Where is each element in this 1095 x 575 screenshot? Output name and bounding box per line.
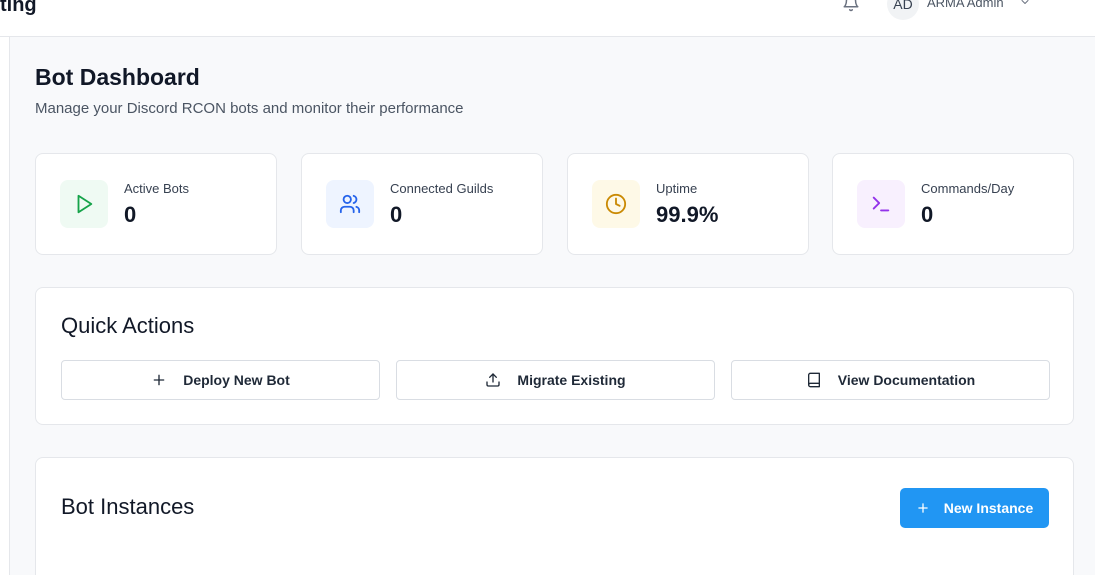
avatar[interactable]: AD: [887, 0, 919, 20]
view-documentation-button[interactable]: View Documentation: [731, 360, 1050, 400]
button-label: View Documentation: [837, 372, 976, 388]
button-label: Migrate Existing: [517, 372, 626, 388]
users-icon: [326, 180, 374, 228]
stat-label: Active Bots: [124, 181, 190, 196]
user-name[interactable]: ARMA Admin: [927, 0, 1004, 10]
upload-icon: [486, 373, 501, 387]
stat-card-active-bots: Active Bots 0: [35, 153, 277, 255]
stat-label: Commands/Day: [921, 181, 1015, 196]
bot-instances-card: Bot Instances New Instance: [35, 457, 1074, 575]
plus-icon: [918, 503, 928, 513]
stat-value: 0: [124, 202, 137, 227]
new-instance-button[interactable]: New Instance: [900, 488, 1049, 528]
bell-icon[interactable]: [842, 0, 860, 12]
stat-label: Connected Guilds: [390, 181, 494, 196]
page-title: Bot Dashboard: [35, 64, 200, 90]
stat-value: 0: [921, 202, 934, 227]
terminal-icon: [857, 180, 905, 228]
deploy-new-bot-button[interactable]: Deploy New Bot: [61, 360, 380, 400]
stat-value: 99.9%: [656, 202, 719, 227]
app-title: ting: [0, 0, 37, 16]
bot-instances-title: Bot Instances: [61, 494, 195, 519]
stat-card-uptime: Uptime 99.9%: [567, 153, 809, 255]
clock-icon: [592, 180, 640, 228]
play-icon: [60, 180, 108, 228]
top-bar: ting AD ARMA Admin: [0, 0, 1095, 37]
sidebar-edge: [0, 37, 10, 575]
stat-label: Uptime: [656, 181, 698, 196]
migrate-existing-button[interactable]: Migrate Existing: [396, 360, 715, 400]
stat-card-commands-day: Commands/Day 0: [832, 153, 1074, 255]
chevron-down-icon[interactable]: [1019, 0, 1031, 8]
book-icon: [807, 372, 820, 388]
quick-actions-card: Quick Actions Deploy New Bot Migrate Exi…: [35, 287, 1074, 425]
stat-value: 0: [390, 202, 403, 227]
stat-card-connected-guilds: Connected Guilds 0: [301, 153, 543, 255]
button-label: Deploy New Bot: [183, 372, 290, 388]
plus-icon: [153, 374, 165, 386]
button-label: New Instance: [943, 500, 1034, 516]
page-subtitle: Manage your Discord RCON bots and monito…: [35, 100, 464, 117]
quick-actions-title: Quick Actions: [61, 313, 195, 338]
